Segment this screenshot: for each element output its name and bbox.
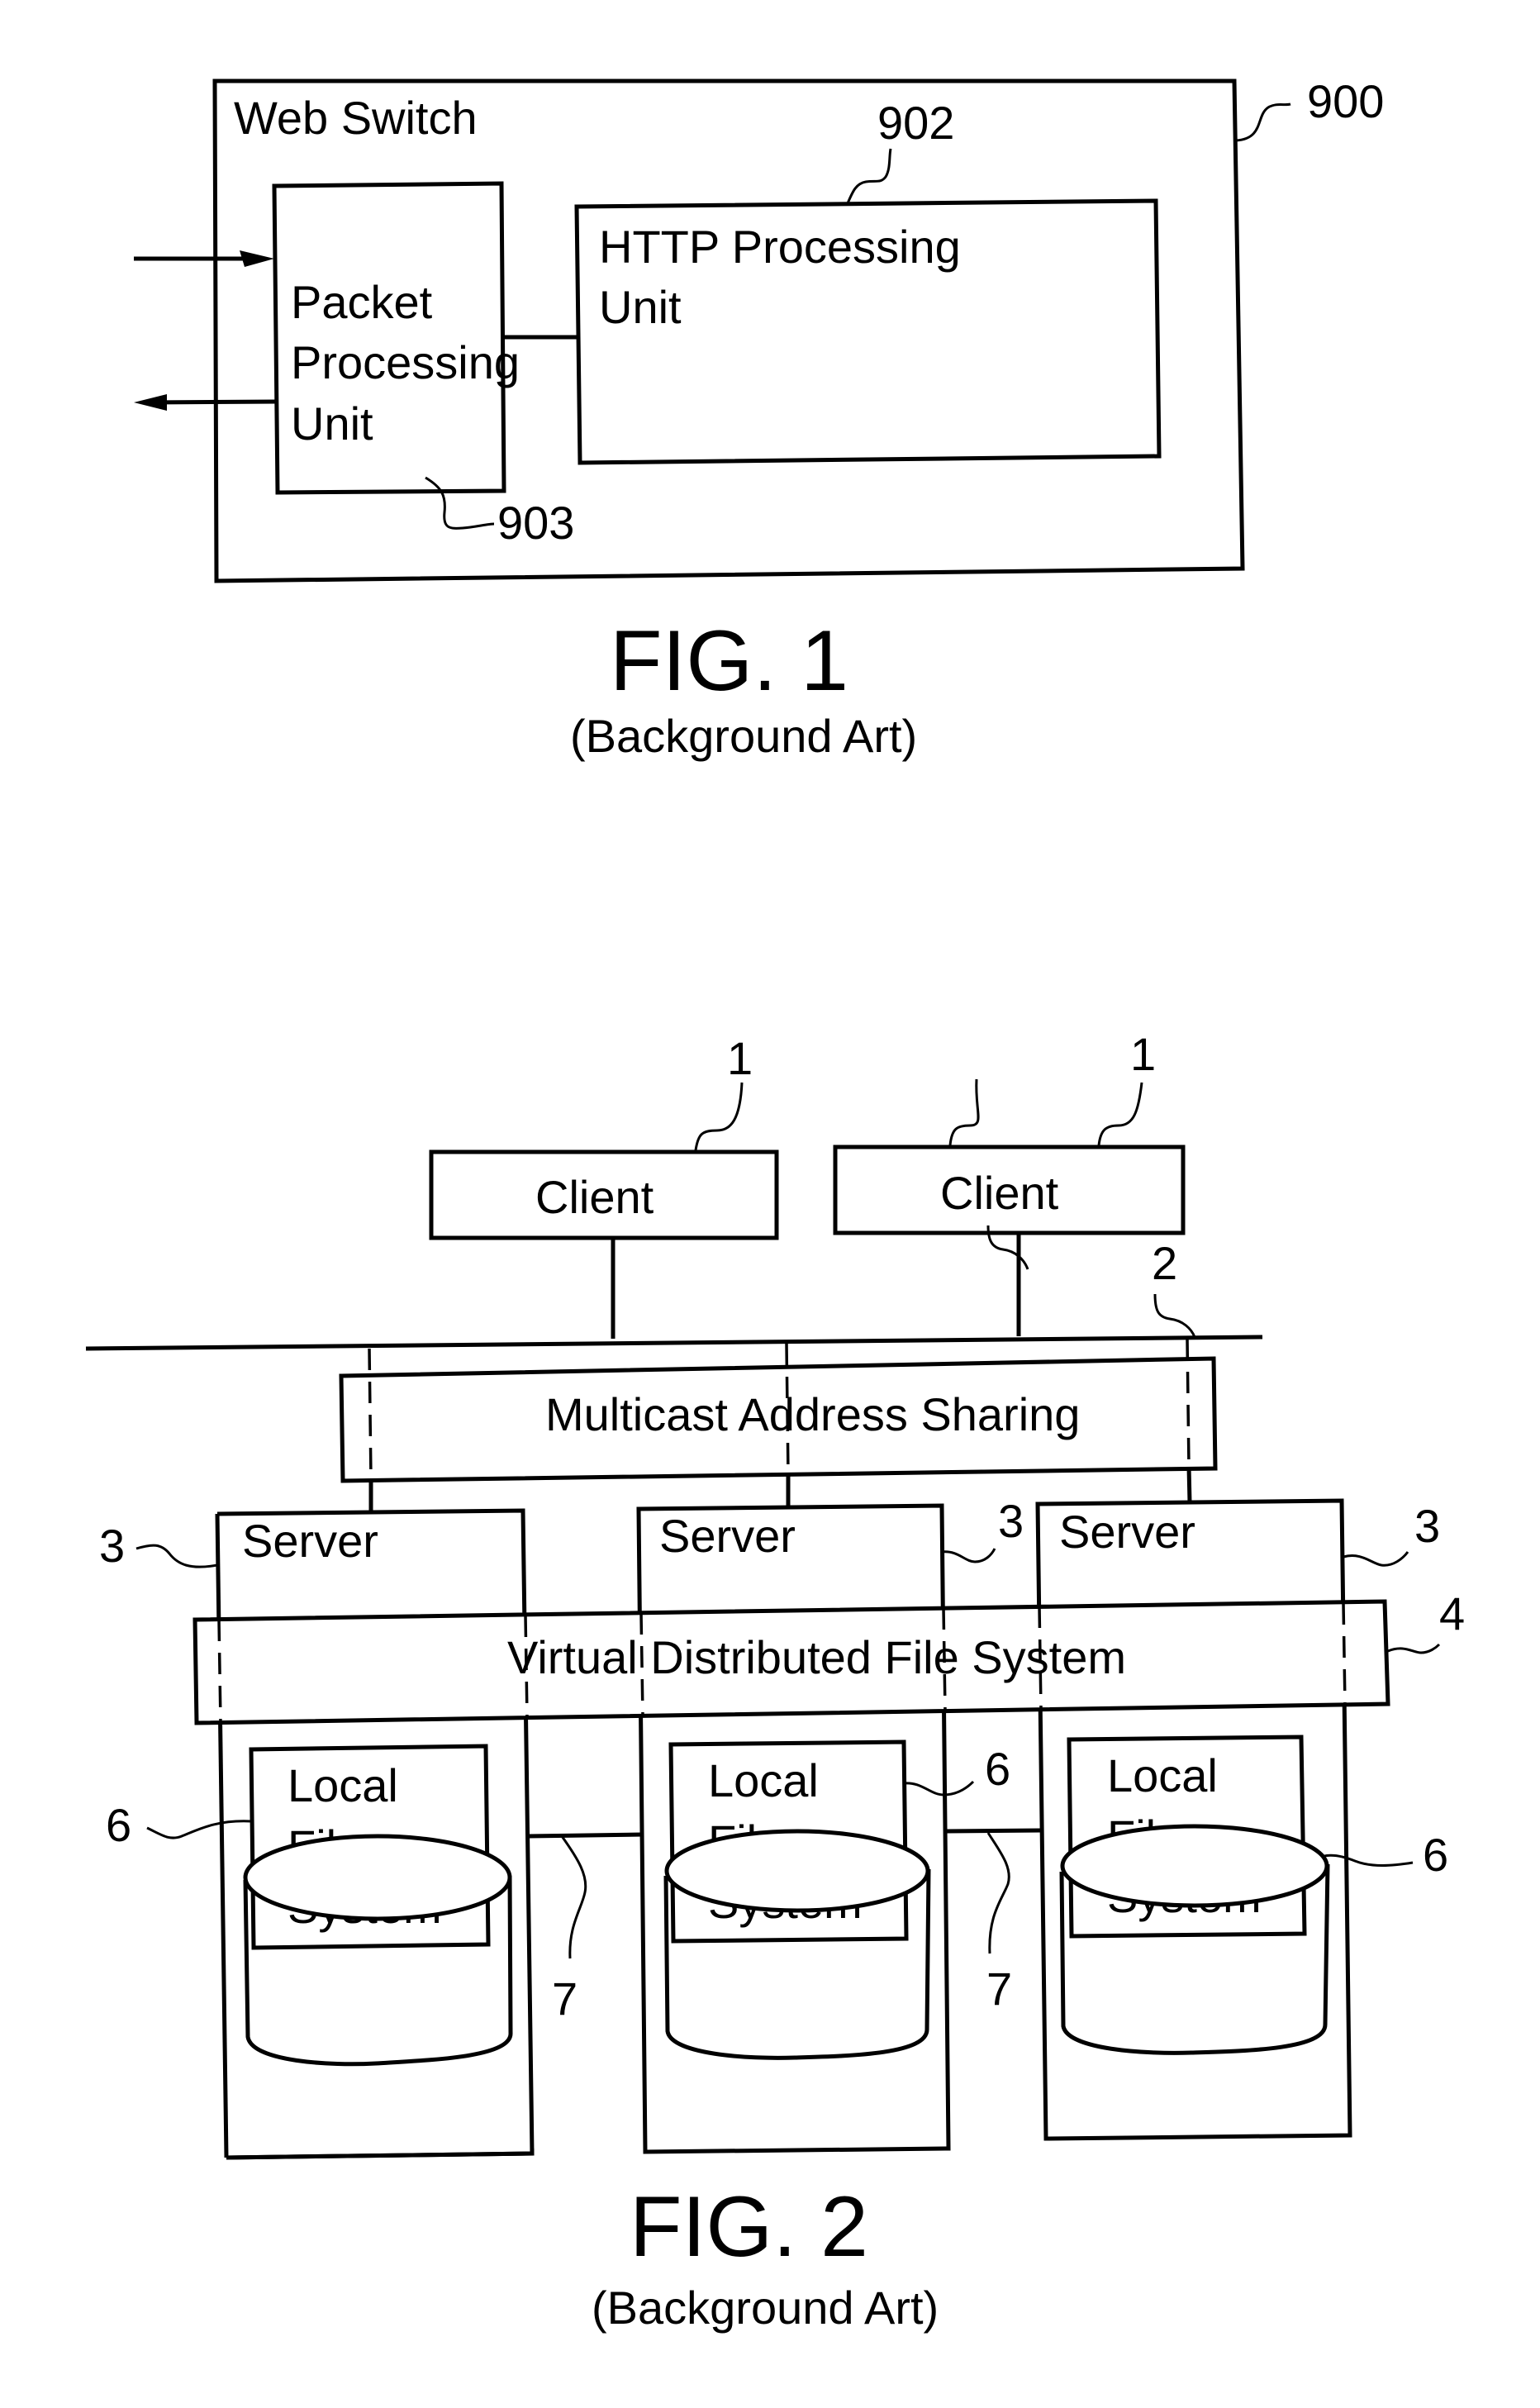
ref-1-client-1: 1 <box>727 1032 753 1084</box>
ref-4-vdfs: 4 <box>1439 1587 1465 1639</box>
ref-902-leader <box>846 148 892 204</box>
server-3-vdfs-dashed-right <box>1342 1602 1347 1706</box>
ref-3-server-1: 3 <box>99 1520 125 1572</box>
ref-903: 903 <box>497 497 574 549</box>
ref-6-lfs-3: 6 <box>1423 1829 1448 1881</box>
figure-1-caption: FIG. 1 <box>610 613 848 709</box>
figure-2: Client 1 Client 1 2 Multicast Address Sh… <box>85 1028 1465 2334</box>
incoming-arrowhead-icon <box>240 250 274 267</box>
ref-3-leader-3 <box>1343 1551 1409 1567</box>
outgoing-arrowhead-icon <box>134 394 167 411</box>
multicast-address-sharing-label: Multicast Address Sharing <box>545 1388 1080 1440</box>
ref-1-leader-2 <box>948 1078 980 1146</box>
ref-902: 902 <box>877 97 954 149</box>
figure-1: Web Switch 900 Packet Processing Unit 90… <box>134 75 1384 762</box>
figure-2-subcaption: (Background Art) <box>592 2282 939 2334</box>
patent-drawing-sheet: Web Switch 900 Packet Processing Unit 90… <box>85 75 1465 2334</box>
server-2-3-link <box>946 1828 1042 1834</box>
server-2-vdfs-dashed-right <box>942 1607 947 1711</box>
ref-7-link-2: 7 <box>986 1963 1012 2015</box>
server-node-1-left <box>215 1513 229 2158</box>
server-3-vdfs-dashed-left <box>1038 1606 1043 1710</box>
server-1-2-link <box>528 1832 644 1839</box>
ref-7-link-1: 7 <box>552 1973 578 2025</box>
server-label-1: Server <box>242 1515 378 1567</box>
server-2-vdfs-dashed-left <box>639 1612 644 1716</box>
ref-3-leader-2 <box>941 1548 996 1563</box>
figure-1-subcaption: (Background Art) <box>570 710 917 762</box>
ref-3-server-2: 3 <box>998 1495 1024 1547</box>
network-line <box>85 1335 1263 1351</box>
virtual-distributed-file-system-label: Virtual Distributed File System <box>507 1631 1126 1683</box>
ref-6-lfs-2: 6 <box>985 1743 1010 1795</box>
ref-4-leader <box>1387 1643 1441 1654</box>
disk-icon-1 <box>243 1834 513 2067</box>
server-label-3: Server <box>1059 1506 1195 1558</box>
client-label-2: Client <box>940 1167 1059 1219</box>
ref-6-leader-2 <box>903 1780 975 1796</box>
server-1-vdfs-dashed-right <box>524 1615 529 1718</box>
ref-2-network: 2 <box>1152 1237 1177 1289</box>
web-switch-label: Web Switch <box>234 92 478 144</box>
figure-2-caption: FIG. 2 <box>630 2179 868 2275</box>
ref-900-leader <box>1235 102 1291 142</box>
ref-6-lfs-1: 6 <box>106 1799 131 1851</box>
server-label-2: Server <box>659 1510 796 1562</box>
ref-1-client-2: 1 <box>1130 1028 1156 1080</box>
ref-1-leader-1 <box>694 1082 744 1151</box>
disk-icon-2 <box>663 1829 931 2060</box>
ref-900: 900 <box>1307 75 1384 127</box>
ref-1-leader-2b <box>1097 1082 1143 1146</box>
disk-icon-3 <box>1059 1824 1330 2055</box>
ref-7-leader-1 <box>560 1835 587 1959</box>
ref-6-leader-1 <box>146 1820 252 1839</box>
server-3-network-link <box>1186 1466 1192 1503</box>
ref-2-leader-b <box>1153 1293 1196 1338</box>
ref-7-leader-2 <box>986 1832 1010 1954</box>
server-node-1-bottom <box>226 2149 535 2160</box>
ref-3-server-3: 3 <box>1414 1500 1440 1552</box>
client-label-1: Client <box>535 1171 654 1223</box>
ref-3-leader-1 <box>135 1544 218 1568</box>
